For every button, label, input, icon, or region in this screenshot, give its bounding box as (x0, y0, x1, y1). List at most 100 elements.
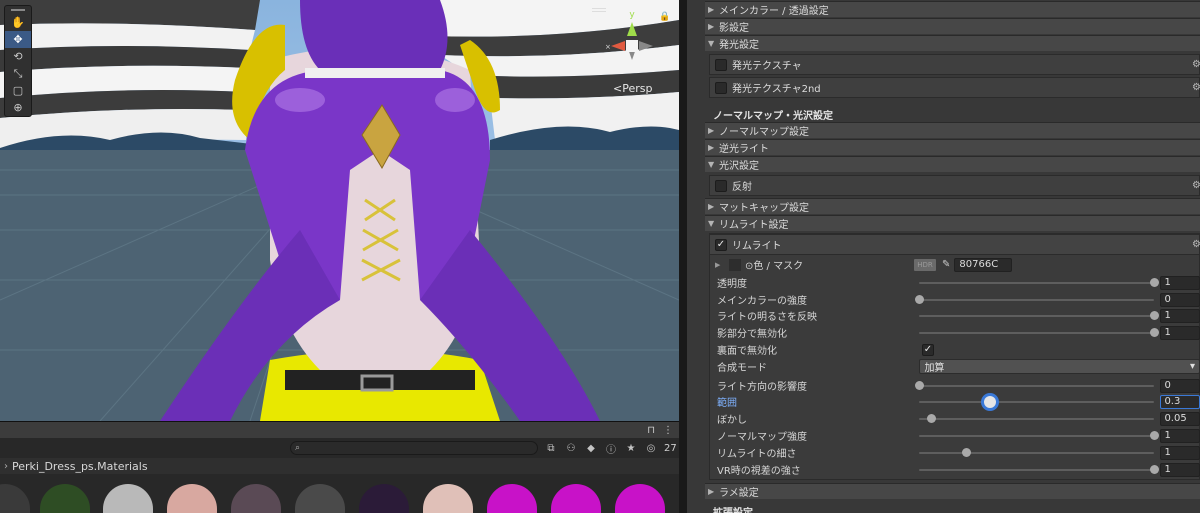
toggle-label: 反射 (732, 182, 752, 193)
foldout-header[interactable]: ▶ マットキャップ設定 (705, 198, 1200, 214)
move-tool-icon[interactable]: ✥ (5, 31, 31, 48)
checkbox[interactable] (715, 58, 727, 71)
checkbox[interactable]: ✓ (922, 343, 934, 356)
property-slider[interactable] (919, 410, 1155, 427)
property-label: 影部分で無効化 (717, 329, 787, 340)
property-row: メインカラーの強度 0 (717, 291, 1200, 308)
favorite-star-icon[interactable]: ★ (624, 441, 638, 455)
foldout-header[interactable]: ▶ 影設定 (705, 18, 1200, 34)
perspective-label[interactable]: <Persp (613, 82, 652, 95)
chevron-right-icon: › (4, 460, 8, 472)
grip-handle[interactable] (5, 6, 31, 14)
foldout-header[interactable]: ▶ ラメ設定 (705, 483, 1200, 499)
slider-track (919, 385, 1155, 387)
property-slider[interactable] (919, 461, 1160, 478)
foldout-header[interactable]: ▼ 発光設定 (705, 35, 1200, 51)
property-label: ライトの明るさを反映 (717, 312, 817, 323)
triangle-right-icon: ▶ (708, 5, 715, 14)
value-field[interactable]: 1 (1160, 325, 1200, 340)
property-row: VR時の視差の強さ 1 (717, 461, 1200, 478)
more-menu-icon[interactable]: ⋮ (663, 425, 673, 436)
filter-type-icon[interactable]: ⚇ (564, 441, 578, 455)
gear-icon[interactable]: ⚙ (1192, 239, 1200, 250)
slider-knob[interactable] (915, 381, 925, 390)
info-icon[interactable]: ⓘ (604, 441, 618, 456)
foldout-header[interactable]: ▶ ノーマルマップ設定 (705, 122, 1200, 138)
lock-icon[interactable]: ⊓ (647, 425, 655, 436)
label-tag-icon[interactable]: ◆ (584, 441, 598, 455)
hand-tool-icon[interactable]: ✋ (5, 14, 31, 31)
foldout-header[interactable]: ▼ リムライト設定 (705, 215, 1200, 231)
slider-knob[interactable] (927, 414, 937, 423)
triangle-right-icon: ▶ (708, 22, 715, 31)
checkbox[interactable] (715, 179, 727, 192)
breadcrumb-folder[interactable]: Perki_Dress_ps.Materials (12, 460, 148, 473)
orientation-gizmo[interactable]: y × (597, 8, 667, 78)
scene-view[interactable]: 🔒 ✋ ✥ ⟲ ⤡ ▢ ⊕ y × <Persp (0, 0, 679, 421)
value-field[interactable]: 0.3 (1160, 394, 1200, 409)
value-field[interactable]: 1 (1160, 275, 1200, 290)
foldout-label: ラメ設定 (719, 488, 759, 499)
value-field[interactable]: 1 (1160, 462, 1200, 477)
foldout-header[interactable]: ▶ 逆光ライト (705, 139, 1200, 155)
slider-knob[interactable] (1150, 465, 1160, 474)
value-field[interactable]: 1 (1160, 308, 1200, 323)
property-slider[interactable] (919, 324, 1160, 341)
property-slider[interactable] (919, 393, 1155, 410)
value-field[interactable]: 1 (1160, 428, 1200, 443)
property-slider[interactable] (919, 444, 1155, 461)
rim-color-row: ▶ ⊙色 / マスク HDR ✎ 80766C (715, 256, 1198, 273)
slider-knob[interactable] (983, 396, 996, 408)
property-slider[interactable] (915, 377, 1155, 394)
rect-tool-icon[interactable]: ▢ (5, 82, 31, 99)
triangle-right-icon: ▶ (708, 202, 715, 211)
blend-mode-dropdown[interactable]: 加算 ▾ (919, 359, 1200, 374)
eyedropper-icon[interactable]: ✎ (942, 259, 950, 270)
hidden-eye-icon[interactable]: ◎ (644, 441, 658, 455)
slider-knob[interactable] (962, 448, 972, 457)
property-row: ノーマルマップ強度 1 (717, 427, 1200, 444)
property-slider[interactable] (915, 291, 1155, 308)
slider-knob[interactable] (1150, 311, 1160, 320)
triangle-right-icon[interactable]: ▶ (715, 261, 729, 269)
rotate-tool-icon[interactable]: ⟲ (5, 48, 31, 65)
hidden-count: 27 (664, 442, 677, 454)
texture-toggle-box: 発光テクスチャ2nd ⚙ (709, 77, 1200, 98)
transform-tool-icon[interactable]: ⊕ (5, 99, 31, 116)
tool-palette: ✋ ✥ ⟲ ⤡ ▢ ⊕ (4, 5, 32, 117)
property-slider[interactable] (919, 427, 1160, 444)
gear-icon[interactable]: ⚙ (1192, 180, 1200, 191)
property-slider[interactable] (919, 274, 1160, 291)
checkbox[interactable] (715, 81, 727, 94)
slider-knob[interactable] (1150, 328, 1160, 337)
search-input[interactable]: ⌕ (290, 441, 538, 455)
slider-knob[interactable] (1150, 278, 1160, 287)
foldout-label: 影設定 (719, 23, 749, 34)
panel-splitter[interactable] (679, 0, 687, 513)
gear-icon[interactable]: ⚙ (1192, 82, 1200, 93)
property-slider[interactable] (919, 307, 1160, 324)
slider-track (919, 299, 1155, 301)
scene-search-icon[interactable]: ⧉ (544, 441, 558, 455)
color-hex-field[interactable]: 80766C (954, 257, 1013, 272)
slider-knob[interactable] (1150, 431, 1160, 440)
foldout-header[interactable]: ▼ 光沢設定 (705, 156, 1200, 172)
gear-icon[interactable]: ⚙ (1192, 59, 1200, 70)
scene-render (0, 0, 679, 421)
project-toolbar: ⌕ ⧉ ⚇ ◆ ⓘ ★ ◎ 27 (0, 438, 679, 458)
value-field[interactable]: 0 (1160, 378, 1200, 393)
rimlight-label: リムライト (732, 241, 782, 252)
slider-knob[interactable] (915, 295, 925, 304)
property-row: 合成モード 加算 ▾ (717, 358, 1200, 375)
foldout-header[interactable]: ▶ メインカラー / 透過設定 (705, 1, 1200, 17)
rimlight-checkbox[interactable]: ✓ (715, 238, 727, 251)
value-field[interactable]: 0 (1160, 292, 1200, 307)
triangle-down-icon: ▼ (708, 219, 715, 228)
scale-tool-icon[interactable]: ⤡ (5, 65, 31, 82)
value-field[interactable]: 0.05 (1160, 411, 1200, 426)
breadcrumb: › Perki_Dress_ps.Materials (0, 458, 679, 474)
value-field[interactable]: 1 (1160, 445, 1200, 460)
property-label: 裏面で無効化 (717, 346, 777, 357)
texture-slot[interactable] (729, 258, 741, 271)
foldout-label: マットキャップ設定 (719, 203, 809, 214)
